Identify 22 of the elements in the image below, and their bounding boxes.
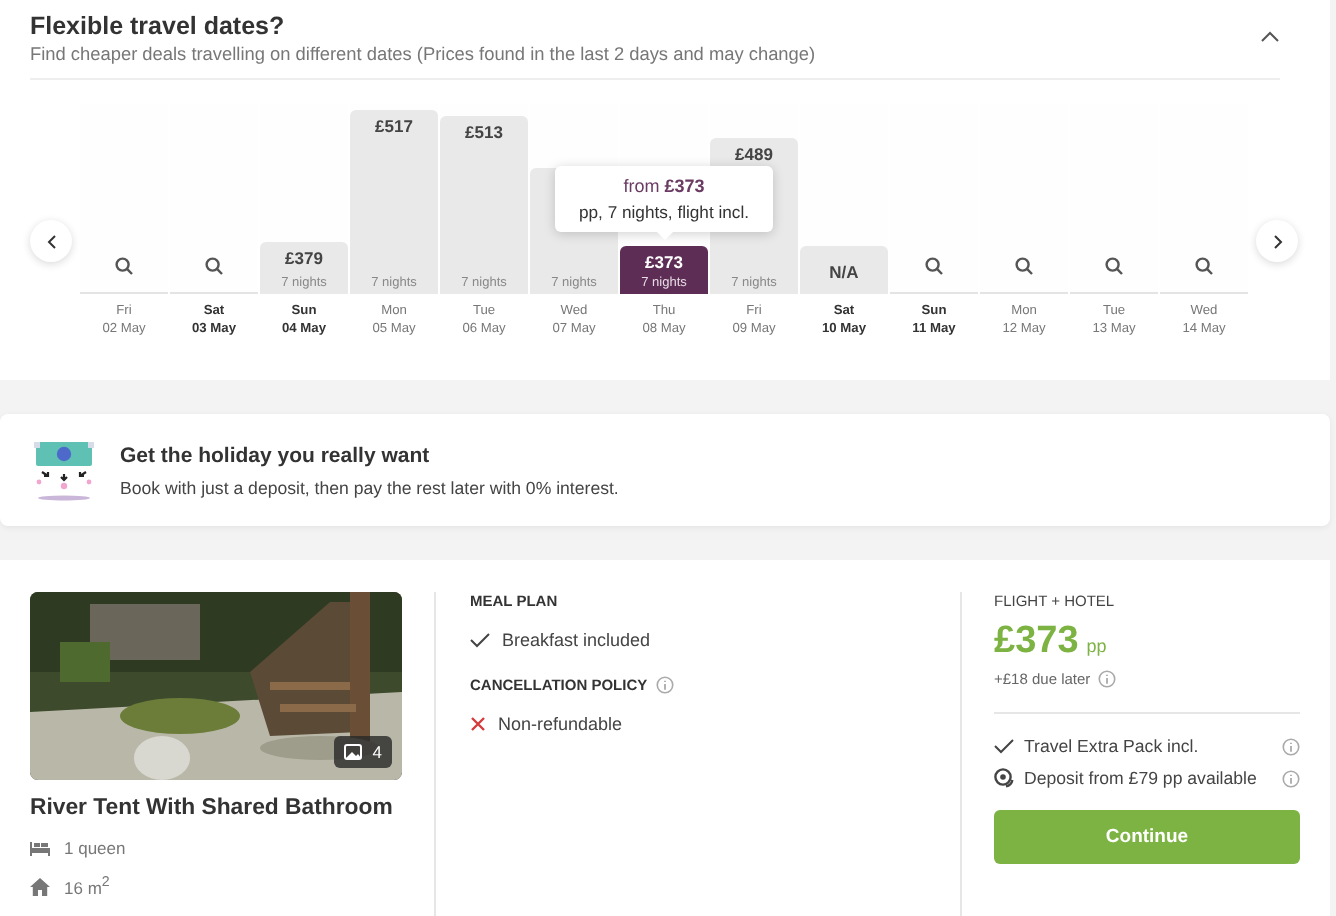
tooltip-price: from £373 xyxy=(623,176,705,196)
bar-price: N/A xyxy=(829,261,859,282)
bar-price: £513 xyxy=(465,121,503,142)
room-feature: 16 m$^{2}$ xyxy=(64,874,110,898)
package-price: £373 xyxy=(994,620,1079,664)
bar-price: £489 xyxy=(735,144,773,165)
section-subtitle: Find cheaper deals travelling on different dates (Prices found in the last 2 days and may change) xyxy=(30,44,816,64)
tooltip-details: pp, 7 nights, flight incl. xyxy=(578,202,750,222)
perk-text: Travel Extra Pack incl. xyxy=(1024,736,1199,756)
bar-price: £517 xyxy=(375,115,413,136)
bar-price: £373 xyxy=(645,252,683,273)
price-unit: pp xyxy=(1086,636,1107,656)
promo-title: Get the holiday you really want xyxy=(120,443,432,467)
room-feature: 1 queen xyxy=(64,838,126,858)
cancellation-value: Non-refundable xyxy=(498,714,623,734)
meal-plan-value: Breakfast included xyxy=(502,630,651,650)
room-name: River Tent With Shared Bathroom xyxy=(30,796,395,820)
section-title: Flexible travel dates? xyxy=(30,12,287,40)
perk-text: Deposit from £79 pp available xyxy=(1024,768,1257,788)
bar-price: £379 xyxy=(285,248,323,269)
photo-count: 4 xyxy=(372,742,382,762)
promo-text: Book with just a deposit, then pay the rest later with 0% interest. xyxy=(120,477,619,497)
